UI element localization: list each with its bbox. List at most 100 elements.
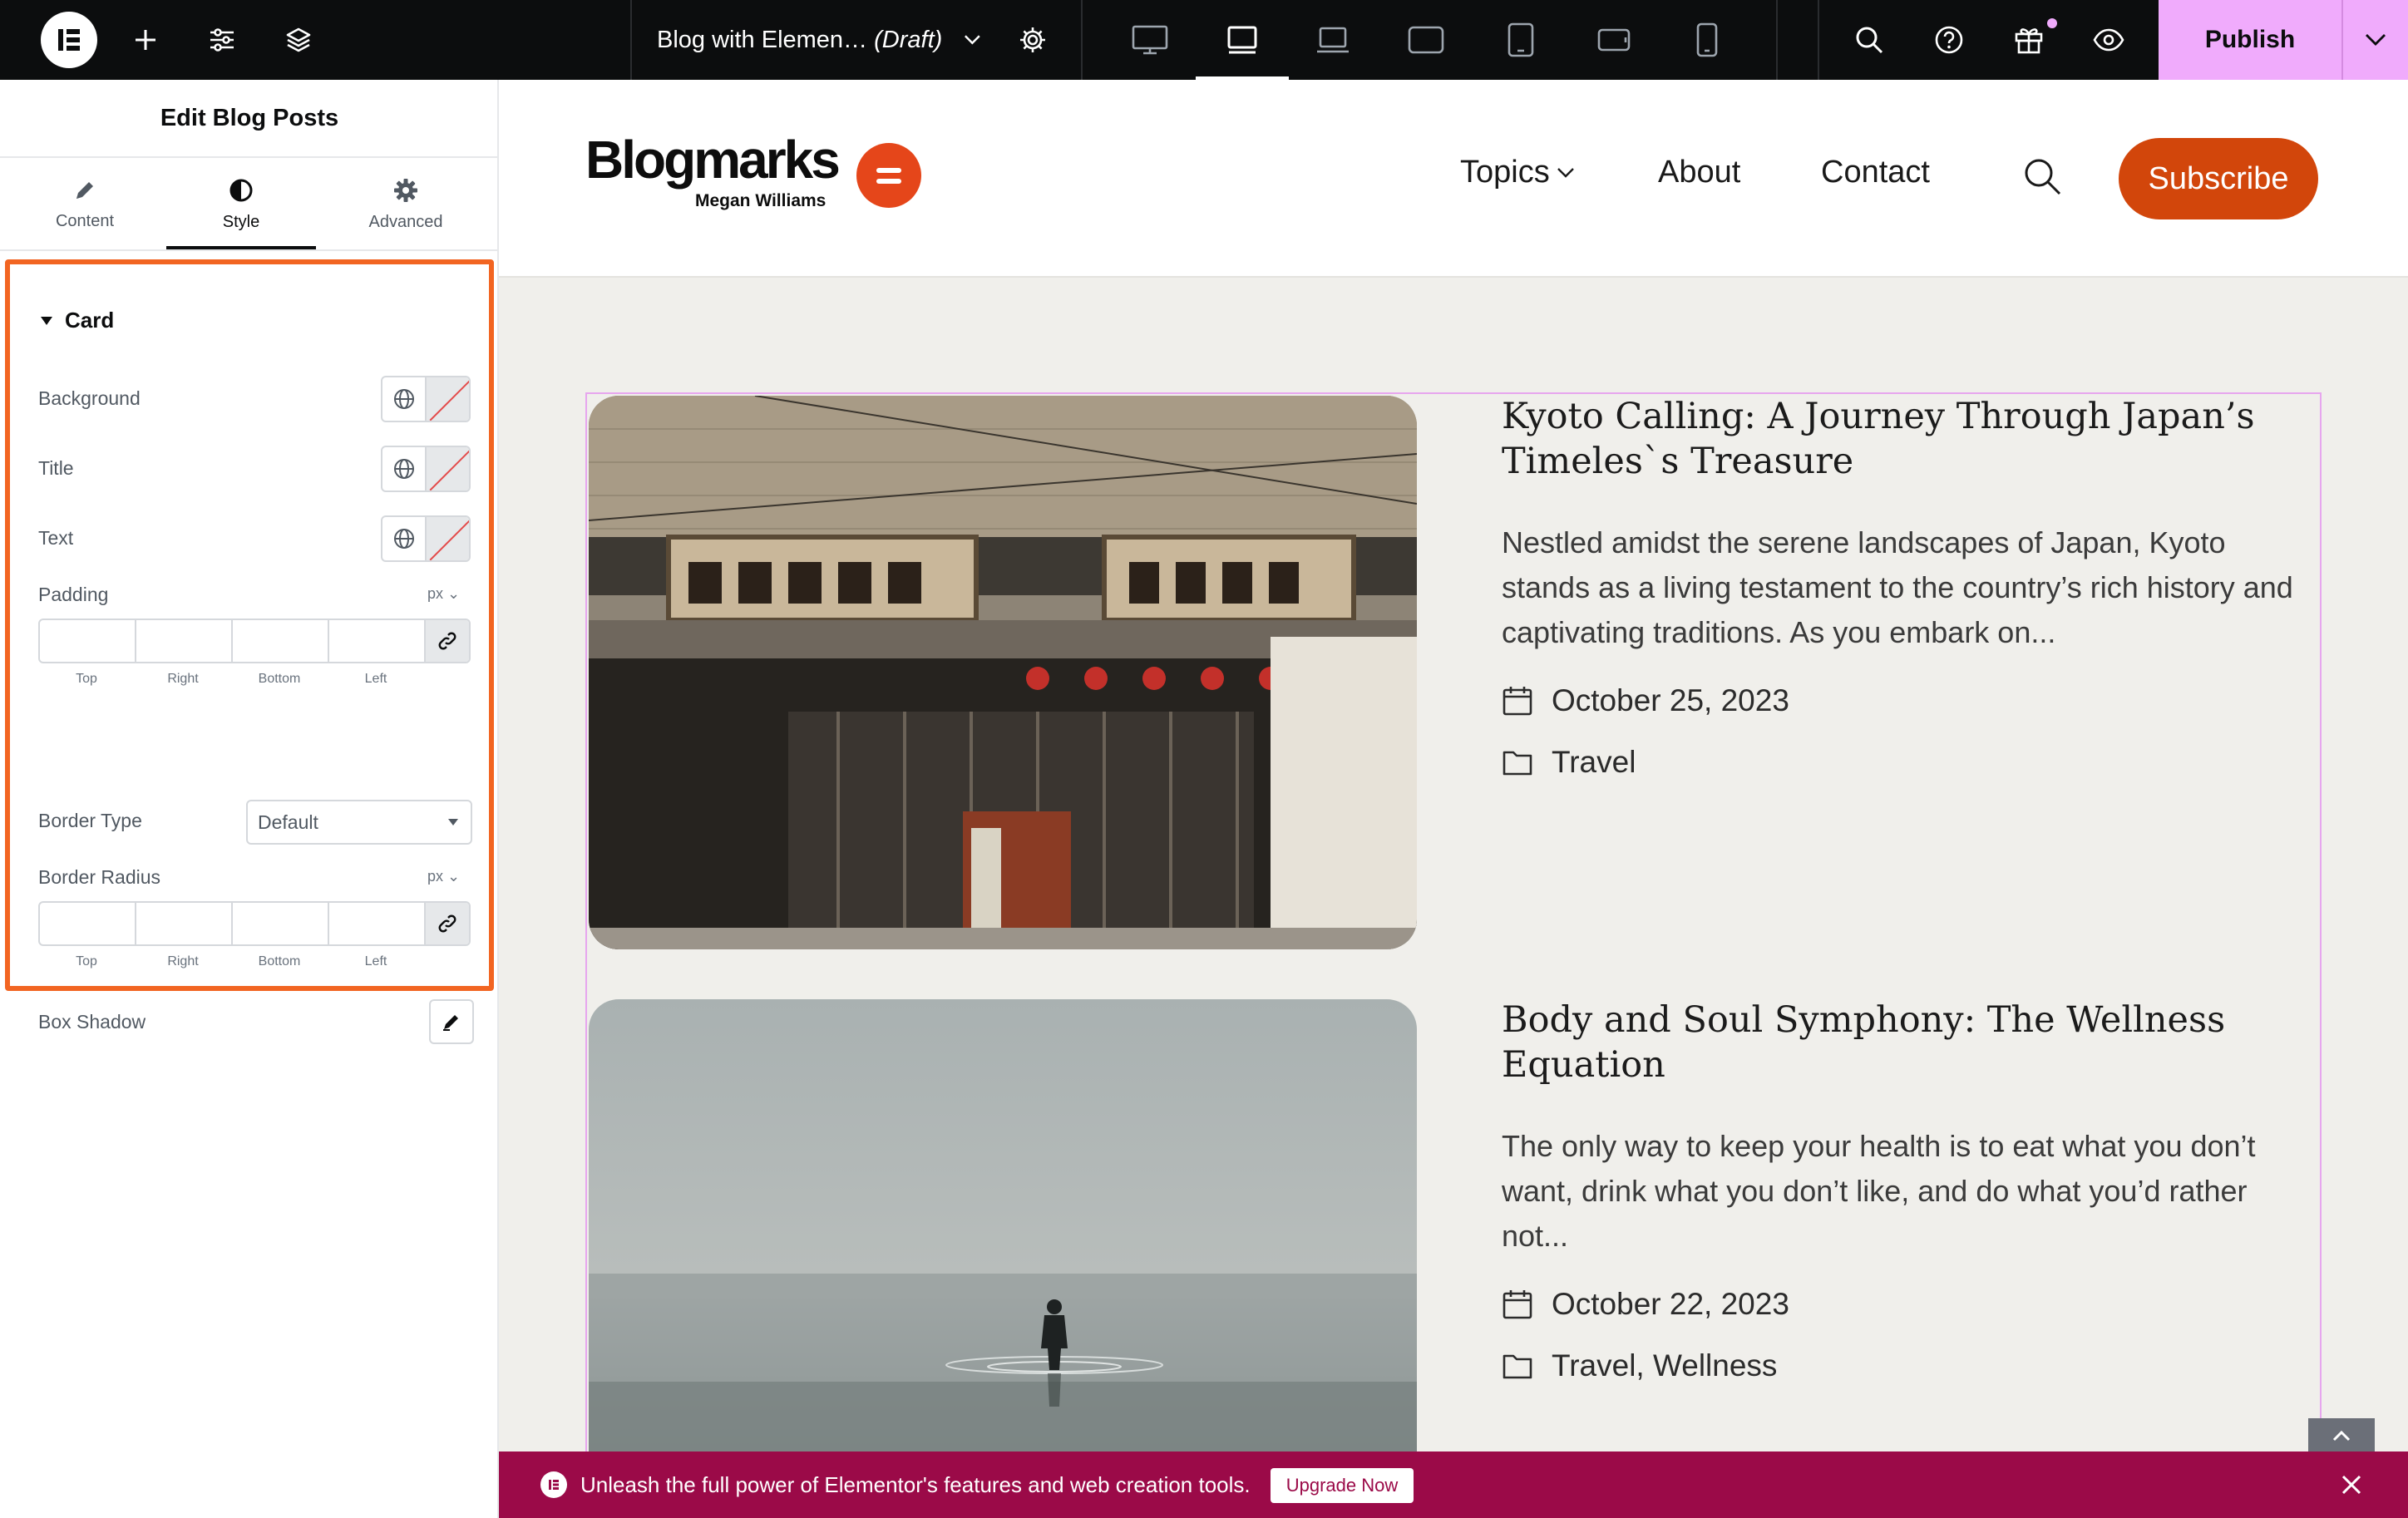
background-color-picker[interactable] [381, 376, 471, 422]
gear-icon [394, 178, 417, 202]
preview-button[interactable] [2085, 0, 2132, 80]
add-icon [136, 30, 155, 50]
radius-link-button[interactable] [426, 903, 469, 944]
padding-right-input[interactable] [136, 620, 233, 662]
global-colors-button[interactable] [382, 517, 427, 560]
padding-bottom-input[interactable] [233, 620, 329, 662]
tab-advanced[interactable]: Advanced [331, 160, 481, 249]
global-colors-button[interactable] [382, 447, 427, 490]
post-2-title[interactable]: Body and Soul Symphony: The Wellness Equ… [1502, 998, 2300, 1087]
document-title-dropdown[interactable]: Blog with Elemen… (Draft) [657, 0, 981, 80]
publish-button[interactable]: Publish [2159, 0, 2341, 80]
site-header: Blogmarks Megan Williams Topics About Co… [499, 80, 2408, 278]
card-style-section: Card Background Title Text Padding px ⌄ [5, 259, 494, 1044]
section-title: Card [65, 308, 115, 333]
text-color-picker[interactable] [381, 515, 471, 562]
tab-style[interactable]: Style [166, 160, 316, 249]
post-1-categories[interactable]: Travel [1502, 745, 1636, 780]
document-title: Blog with Elemen… (Draft) [657, 26, 943, 53]
radius-right-input[interactable] [136, 903, 233, 944]
editor-panel: Edit Blog Posts Content Style Advanced C… [0, 80, 499, 1518]
border-radius-inputs [38, 901, 471, 946]
globe-icon [393, 529, 414, 549]
border-radius-label: Border Radius [38, 866, 161, 888]
tablet-landscape-icon [1227, 26, 1257, 54]
mobile-landscape-icon [1597, 28, 1631, 52]
structure-icon [286, 27, 311, 52]
post-2-categories[interactable]: Travel, Wellness [1502, 1348, 1777, 1383]
chevron-down-icon [2366, 34, 2386, 46]
promo-close-button[interactable] [2336, 1470, 2366, 1500]
post-2-excerpt: The only way to keep your health is to e… [1502, 1129, 2256, 1253]
structure-button[interactable] [278, 0, 319, 80]
border-radius-unit-selector[interactable]: px ⌄ [427, 868, 460, 885]
color-swatch[interactable] [427, 377, 469, 421]
radius-left-input[interactable] [329, 903, 426, 944]
whats-new-icon [2015, 28, 2043, 54]
page-settings-icon [1020, 27, 1045, 52]
radius-bottom-input[interactable] [233, 903, 329, 944]
radius-dim-labels: Top Right Bottom Left [76, 954, 387, 968]
post-1-image[interactable] [589, 396, 1417, 949]
editor-top-bar: Blog with Elemen… (Draft) Publish [0, 0, 2408, 80]
device-tablet-landscape-button[interactable] [1196, 0, 1289, 80]
tablet-portrait-icon [1507, 22, 1534, 57]
notification-dot [2047, 18, 2057, 28]
caret-down-icon [448, 819, 458, 826]
page-settings-button[interactable] [1011, 0, 1054, 80]
upgrade-now-button[interactable]: Upgrade Now [1271, 1468, 1414, 1503]
tab-content[interactable]: Content [10, 160, 160, 249]
desktop-icon [1132, 25, 1168, 55]
site-search-button[interactable] [2022, 156, 2062, 196]
device-tablet-portrait-button[interactable] [1485, 0, 1557, 80]
title-color-picker[interactable] [381, 446, 471, 492]
radius-top-input[interactable] [40, 903, 136, 944]
add-element-button[interactable] [125, 0, 166, 80]
border-type-select[interactable]: Default [246, 800, 472, 845]
padding-top-input[interactable] [40, 620, 136, 662]
preview-canvas: Blogmarks Megan Williams Topics About Co… [499, 80, 2408, 1518]
device-widescreen-button[interactable] [1390, 0, 1462, 80]
post-1-excerpt: Nestled amidst the serene landscapes of … [1502, 525, 2293, 649]
nav-topics[interactable]: Topics [1460, 155, 1575, 190]
pencil-icon [443, 1015, 458, 1031]
site-settings-button[interactable] [201, 0, 243, 80]
padding-unit-selector[interactable]: px ⌄ [427, 585, 460, 603]
padding-label: Padding [38, 584, 109, 605]
elementor-logo-button[interactable] [33, 0, 105, 80]
device-mobile-landscape-button[interactable] [1578, 0, 1650, 80]
site-logo[interactable]: Blogmarks [585, 133, 841, 186]
whats-new-button[interactable] [2006, 0, 2052, 80]
nav-about[interactable]: About [1658, 155, 1740, 190]
post-1-title[interactable]: Kyoto Calling: A Journey Through Japan’s… [1502, 394, 2300, 484]
box-shadow-edit-button[interactable] [429, 999, 474, 1044]
nav-contact[interactable]: Contact [1821, 155, 1930, 190]
laptop-icon [1317, 27, 1349, 53]
search-button[interactable] [1846, 0, 1892, 80]
chevron-down-icon [965, 35, 980, 45]
color-swatch[interactable] [427, 517, 469, 560]
site-author: Megan Williams [695, 191, 827, 210]
box-shadow-label: Box Shadow [38, 1011, 146, 1033]
globe-icon [393, 389, 414, 409]
color-swatch[interactable] [427, 447, 469, 490]
tab-content-label: Content [55, 211, 115, 230]
contrast-icon [229, 179, 253, 201]
post-1-date: October 25, 2023 [1502, 683, 1789, 718]
calendar-icon [1503, 1290, 1532, 1319]
publish-options-button[interactable] [2341, 0, 2408, 80]
promo-text: Unleash the full power of Elementor's fe… [580, 1472, 1251, 1497]
tabs-divider [0, 249, 499, 251]
subscribe-button[interactable]: Subscribe [2119, 138, 2318, 219]
help-button[interactable] [1926, 0, 1972, 80]
post-2-image[interactable] [589, 999, 1417, 1518]
device-laptop-button[interactable] [1297, 0, 1369, 80]
padding-link-button[interactable] [426, 620, 469, 662]
global-colors-button[interactable] [382, 377, 427, 421]
padding-left-input[interactable] [329, 620, 426, 662]
device-desktop-button[interactable] [1114, 0, 1186, 80]
mobile-icon [1696, 22, 1718, 57]
device-mobile-button[interactable] [1671, 0, 1743, 80]
tab-advanced-label: Advanced [368, 212, 443, 231]
section-toggle-card[interactable]: Card [40, 308, 114, 333]
